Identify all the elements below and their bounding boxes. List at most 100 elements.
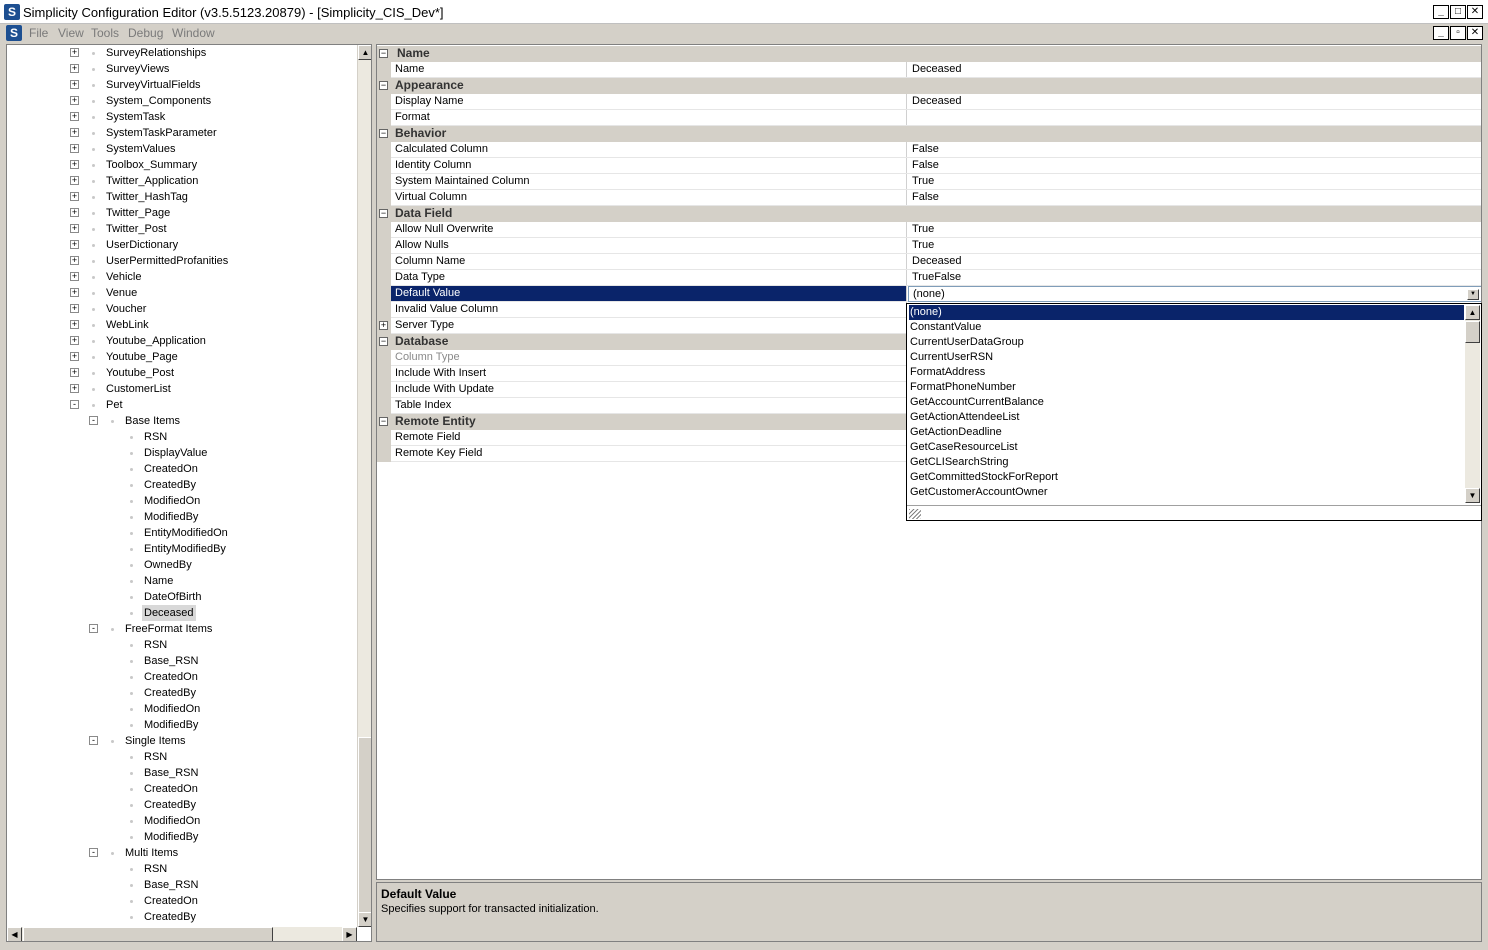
tree-item[interactable]: + CustomerList: [7, 381, 357, 397]
expand-icon[interactable]: +: [70, 336, 79, 345]
collapse-icon[interactable]: -: [89, 624, 98, 633]
menu-view[interactable]: View: [58, 26, 84, 40]
dropdown-scroll-down-icon[interactable]: ▼: [1465, 488, 1480, 503]
property-value[interactable]: Deceased: [908, 94, 962, 109]
dropdown-option[interactable]: CurrentUserDataGroup: [909, 335, 1464, 350]
category-row[interactable]: − Data Field: [377, 206, 1481, 222]
tree-item[interactable]: + Youtube_Page: [7, 349, 357, 365]
tree-item[interactable]: EntityModifiedOn: [7, 525, 357, 541]
mdi-close-icon[interactable]: ✕: [1467, 26, 1483, 40]
dropdown-option[interactable]: FormatAddress: [909, 365, 1464, 380]
expand-icon[interactable]: +: [70, 320, 79, 329]
tree-item[interactable]: + UserPermittedProfanities: [7, 253, 357, 269]
tree-item[interactable]: + SurveyViews: [7, 61, 357, 77]
tree-item[interactable]: + SystemTask: [7, 109, 357, 125]
tree-item[interactable]: Base_RSN: [7, 765, 357, 781]
tree-item[interactable]: + System_Components: [7, 93, 357, 109]
tree-item[interactable]: + UserDictionary: [7, 237, 357, 253]
dropdown-scroll-thumb[interactable]: [1465, 321, 1480, 343]
category-row[interactable]: − Behavior: [377, 126, 1481, 142]
tree-item[interactable]: CreatedBy: [7, 909, 357, 925]
scroll-thumb[interactable]: [358, 737, 371, 913]
menu-tools[interactable]: Tools: [91, 26, 119, 40]
tree-item[interactable]: ModifiedOn: [7, 701, 357, 717]
chevron-down-icon[interactable]: ▼: [1467, 289, 1479, 300]
expand-icon[interactable]: +: [70, 128, 79, 137]
tree-item[interactable]: RSN: [7, 429, 357, 445]
tree-item[interactable]: ModifiedBy: [7, 509, 357, 525]
property-value[interactable]: True: [908, 222, 934, 237]
expand-icon[interactable]: +: [70, 192, 79, 201]
collapse-icon[interactable]: -: [89, 848, 98, 857]
dropdown-scrollbar[interactable]: ▲ ▼: [1465, 305, 1480, 503]
tree-item[interactable]: EntityModifiedBy: [7, 541, 357, 557]
tree-vertical-scrollbar[interactable]: ▲ ▼: [357, 45, 371, 927]
scroll-down-icon[interactable]: ▼: [358, 912, 371, 927]
expand-icon[interactable]: +: [70, 384, 79, 393]
property-row[interactable]: Allow Nulls True: [377, 238, 1481, 254]
collapse-icon[interactable]: -: [89, 736, 98, 745]
tree-item[interactable]: + Toolbox_Summary: [7, 157, 357, 173]
tree-item-selected[interactable]: Deceased: [7, 605, 357, 621]
expand-icon[interactable]: +: [70, 144, 79, 153]
category-row[interactable]: − Appearance: [377, 78, 1481, 94]
tree-item[interactable]: - Pet: [7, 397, 357, 413]
property-value[interactable]: [908, 110, 912, 125]
expand-icon[interactable]: +: [70, 80, 79, 89]
collapse-icon[interactable]: -: [70, 400, 79, 409]
mdi-restore-icon[interactable]: ▫: [1450, 26, 1466, 40]
expand-icon[interactable]: +: [70, 368, 79, 377]
tree-item[interactable]: OwnedBy: [7, 557, 357, 573]
tree-item[interactable]: CreatedBy: [7, 477, 357, 493]
expand-icon[interactable]: +: [70, 208, 79, 217]
tree-item[interactable]: Base_RSN: [7, 877, 357, 893]
dropdown-option[interactable]: FormatPhoneNumber: [909, 380, 1464, 395]
scroll-up-icon[interactable]: ▲: [358, 45, 371, 60]
property-value[interactable]: False: [908, 158, 939, 173]
tree-item[interactable]: Base_RSN: [7, 653, 357, 669]
expand-icon[interactable]: +: [70, 112, 79, 121]
property-value[interactable]: TrueFalse: [908, 270, 961, 285]
property-row[interactable]: Virtual Column False: [377, 190, 1481, 206]
tree-item[interactable]: CreatedOn: [7, 781, 357, 797]
scroll-left-icon[interactable]: ◀: [7, 927, 22, 941]
tree-item[interactable]: - FreeFormat Items: [7, 621, 357, 637]
expand-icon[interactable]: +: [70, 288, 79, 297]
dropdown-option[interactable]: GetActionAttendeeList: [909, 410, 1464, 425]
tree-item[interactable]: + Twitter_Page: [7, 205, 357, 221]
collapse-category-icon[interactable]: −: [379, 49, 388, 58]
expand-icon[interactable]: +: [70, 64, 79, 73]
menu-window[interactable]: Window: [172, 26, 215, 40]
minimize-icon[interactable]: _: [1433, 5, 1449, 19]
expand-icon[interactable]: +: [70, 176, 79, 185]
tree-item[interactable]: + Vehicle: [7, 269, 357, 285]
scroll-right-icon[interactable]: ▶: [342, 927, 357, 941]
property-row[interactable]: Data Type TrueFalse: [377, 270, 1481, 286]
menu-file[interactable]: File: [29, 26, 48, 40]
property-value[interactable]: Deceased: [908, 254, 962, 269]
tree-item[interactable]: CreatedOn: [7, 893, 357, 909]
property-row[interactable]: Calculated Column False: [377, 142, 1481, 158]
expand-icon[interactable]: +: [70, 48, 79, 57]
dropdown-option[interactable]: ConstantValue: [909, 320, 1464, 335]
tree-item[interactable]: + SystemTaskParameter: [7, 125, 357, 141]
resize-grip-icon[interactable]: [909, 509, 921, 519]
property-row[interactable]: Column Name Deceased: [377, 254, 1481, 270]
tree-item[interactable]: Name: [7, 573, 357, 589]
expand-property-icon[interactable]: +: [379, 321, 388, 330]
property-value[interactable]: True: [908, 174, 934, 189]
property-row[interactable]: Name Deceased: [377, 62, 1481, 78]
tree-item[interactable]: ModifiedOn: [7, 493, 357, 509]
collapse-icon[interactable]: -: [89, 416, 98, 425]
tree-item[interactable]: + WebLink: [7, 317, 357, 333]
dropdown-option[interactable]: GetCLISearchString: [909, 455, 1464, 470]
expand-icon[interactable]: +: [70, 272, 79, 281]
tree-item[interactable]: DisplayValue: [7, 445, 357, 461]
property-row[interactable]: Format: [377, 110, 1481, 126]
property-row[interactable]: Allow Null Overwrite True: [377, 222, 1481, 238]
tree-item[interactable]: CreatedBy: [7, 797, 357, 813]
expand-icon[interactable]: +: [70, 256, 79, 265]
dropdown-option[interactable]: CurrentUserRSN: [909, 350, 1464, 365]
collapse-category-icon[interactable]: −: [379, 81, 388, 90]
hscroll-thumb[interactable]: [23, 927, 273, 941]
